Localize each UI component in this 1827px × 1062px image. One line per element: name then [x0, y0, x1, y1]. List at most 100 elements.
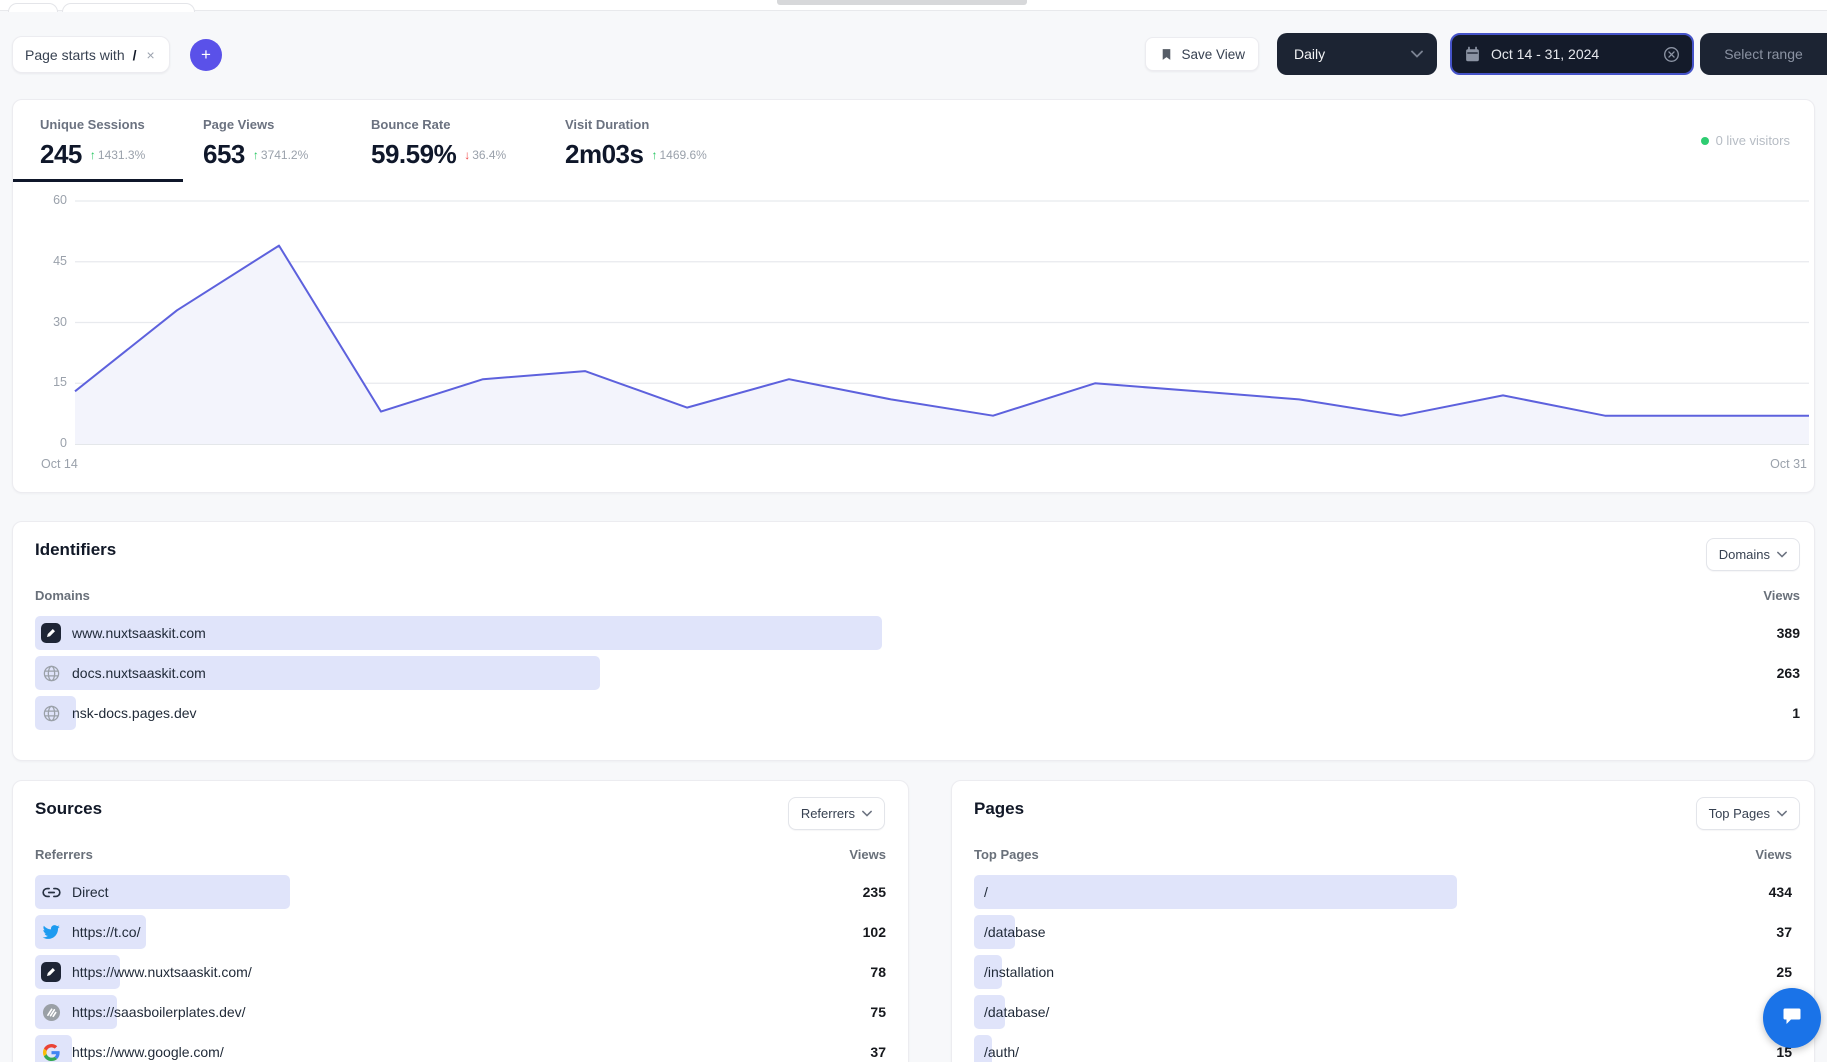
- chat-widget-button[interactable]: [1763, 988, 1821, 1048]
- nuxtsaaskit-favicon-icon: [41, 623, 61, 643]
- table-row[interactable]: /database 37: [974, 915, 1792, 949]
- page-path-label: /auth/: [984, 1044, 1019, 1060]
- page-path-label: /installation: [984, 964, 1054, 980]
- area-chart-plot: [75, 201, 1809, 444]
- referrer-label: https://www.nuxtsaaskit.com/: [72, 964, 252, 980]
- referrer-label: https://saasboilerplates.dev/: [72, 1004, 246, 1020]
- interval-dropdown[interactable]: Daily: [1277, 33, 1437, 75]
- table-row[interactable]: docs.nuxtsaaskit.com 263: [35, 656, 1800, 690]
- column-headers: Referrers Views: [35, 847, 886, 862]
- views-value: 78: [870, 964, 886, 980]
- pages-dropdown[interactable]: Top Pages: [1696, 797, 1800, 830]
- domain-label: docs.nuxtsaaskit.com: [72, 665, 206, 681]
- table-row[interactable]: https://t.co/ 102: [35, 915, 886, 949]
- column-header-views: Views: [1755, 847, 1792, 862]
- sessions-chart: 015304560Oct 14Oct 31: [13, 100, 1814, 492]
- identifiers-rows: www.nuxtsaaskit.com 389 docs.nuxtsaaskit…: [35, 616, 1800, 730]
- chevron-down-icon: [1777, 810, 1787, 817]
- x-axis-tick-label: Oct 14: [41, 457, 78, 471]
- pages-rows: / 434 /database 37 /installation 25 /dat…: [974, 875, 1792, 1062]
- close-icon[interactable]: ×: [145, 47, 157, 63]
- page-path-label: /: [984, 884, 988, 900]
- toolbar: Save View Daily Oct 14 - 31, 2024 Select…: [1145, 33, 1827, 75]
- domain-label: nsk-docs.pages.dev: [72, 705, 197, 721]
- y-axis-tick-label: 45: [31, 254, 67, 268]
- x-axis-tick-label: Oct 31: [1770, 457, 1807, 471]
- dropdown-value: Top Pages: [1709, 806, 1770, 821]
- referrer-label: https://www.google.com/: [72, 1044, 224, 1060]
- chevron-down-icon: [1777, 551, 1787, 558]
- identifiers-dropdown[interactable]: Domains: [1706, 538, 1800, 571]
- domain-label: www.nuxtsaaskit.com: [72, 625, 206, 641]
- column-header-left: Domains: [35, 588, 90, 603]
- table-row[interactable]: nsk-docs.pages.dev 1: [35, 696, 1800, 730]
- views-value: 37: [1776, 924, 1792, 940]
- views-value: 235: [863, 884, 886, 900]
- filter-chip-label: Page starts with: [25, 47, 125, 63]
- globe-icon: [41, 703, 61, 723]
- dropdown-value: Referrers: [801, 806, 855, 821]
- saasboilerplates-favicon-icon: [41, 1002, 61, 1022]
- views-value: 37: [870, 1044, 886, 1060]
- scrollbar-remnant: [777, 0, 1027, 5]
- chevron-down-icon: [1411, 50, 1423, 58]
- save-view-label: Save View: [1181, 47, 1245, 62]
- column-header-views: Views: [1763, 588, 1800, 603]
- page-path-label: /database/: [984, 1004, 1049, 1020]
- sources-card: Sources Referrers Referrers Views Direct…: [12, 780, 909, 1062]
- column-header-left: Top Pages: [974, 847, 1039, 862]
- table-row[interactable]: https://www.nuxtsaaskit.com/ 78: [35, 955, 886, 989]
- column-header-left: Referrers: [35, 847, 93, 862]
- bookmark-icon: [1159, 44, 1174, 64]
- filter-chip-page-starts-with[interactable]: Page starts with / ×: [12, 36, 170, 73]
- date-range-picker[interactable]: Oct 14 - 31, 2024: [1450, 33, 1694, 75]
- views-value: 263: [1777, 665, 1800, 681]
- save-view-button[interactable]: Save View: [1145, 37, 1259, 71]
- tab-ghost: [8, 3, 58, 12]
- sources-rows: Direct 235 https://t.co/ 102 https://www…: [35, 875, 886, 1062]
- pages-card: Pages Top Pages Top Pages Views / 434 /d…: [951, 780, 1815, 1062]
- table-row[interactable]: https://saasboilerplates.dev/ 75: [35, 995, 886, 1029]
- select-range-button[interactable]: Select range: [1700, 33, 1827, 75]
- y-axis-tick-label: 60: [31, 193, 67, 207]
- date-range-value: Oct 14 - 31, 2024: [1491, 46, 1599, 62]
- calendar-icon: [1464, 44, 1481, 64]
- views-value: 102: [863, 924, 886, 940]
- add-filter-button[interactable]: +: [190, 39, 222, 71]
- interval-value: Daily: [1294, 46, 1325, 62]
- table-row[interactable]: Direct 235: [35, 875, 886, 909]
- identifiers-card: Identifiers Domains Domains Views www.nu…: [12, 521, 1815, 761]
- nuxtsaaskit-favicon-icon: [41, 962, 61, 982]
- views-value: 75: [870, 1004, 886, 1020]
- chevron-down-icon: [862, 810, 872, 817]
- section-title: Pages: [974, 799, 1024, 819]
- tab-ghost: [62, 3, 195, 12]
- y-axis-tick-label: 30: [31, 315, 67, 329]
- referrer-label: https://t.co/: [72, 924, 140, 940]
- section-title: Sources: [35, 799, 102, 819]
- plus-icon: +: [201, 40, 211, 70]
- table-row[interactable]: https://www.google.com/ 37: [35, 1035, 886, 1062]
- column-headers: Top Pages Views: [974, 847, 1792, 862]
- row-bar: [974, 875, 1457, 909]
- table-row[interactable]: /installation 25: [974, 955, 1792, 989]
- table-row[interactable]: / 434: [974, 875, 1792, 909]
- views-value: 434: [1769, 884, 1792, 900]
- column-header-views: Views: [849, 847, 886, 862]
- chat-bubble-icon: [1778, 1002, 1806, 1035]
- table-row[interactable]: www.nuxtsaaskit.com 389: [35, 616, 1800, 650]
- globe-icon: [41, 663, 61, 683]
- table-row[interactable]: /auth/ 15: [974, 1035, 1792, 1062]
- twitter-icon: [41, 922, 61, 942]
- views-value: 389: [1777, 625, 1800, 641]
- column-headers: Domains Views: [35, 588, 1800, 603]
- google-icon: [41, 1042, 61, 1062]
- y-axis-tick-label: 0: [31, 436, 67, 450]
- browser-chrome-strip: [0, 0, 1827, 11]
- views-value: 1: [1792, 705, 1800, 721]
- sources-dropdown[interactable]: Referrers: [788, 797, 885, 830]
- clear-date-icon[interactable]: [1663, 44, 1680, 64]
- page-path-label: /database: [984, 924, 1046, 940]
- table-row[interactable]: /database/: [974, 995, 1792, 1029]
- filter-chip-operand: /: [133, 47, 137, 63]
